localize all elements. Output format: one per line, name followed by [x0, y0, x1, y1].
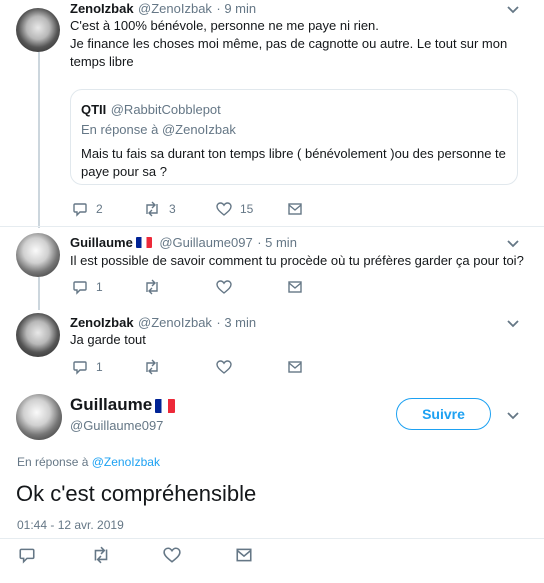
message-button[interactable] — [287, 359, 303, 375]
tweet-header: Guillaume @Guillaume097 · 5 min — [70, 234, 297, 252]
avatar[interactable] — [16, 394, 62, 440]
tweet-time[interactable]: · 3 min — [216, 315, 256, 330]
reply-button[interactable]: 2 — [72, 201, 103, 217]
reply-button[interactable] — [18, 546, 36, 564]
user-handle[interactable]: @ZenoIzbak — [138, 1, 212, 16]
message-button[interactable] — [287, 279, 303, 295]
user-name[interactable]: Guillaume — [70, 235, 133, 250]
quote-reply-context: En réponse à @ZenoIzbak — [81, 122, 236, 137]
reply-icon — [73, 361, 87, 375]
chevron-down-icon[interactable] — [506, 236, 520, 250]
retweet-button[interactable]: 3 — [143, 201, 176, 217]
user-handle[interactable]: @ZenoIzbak — [138, 315, 212, 330]
retweet-count: 3 — [169, 202, 176, 216]
message-icon — [288, 361, 302, 373]
focused-tweet-text: Ok c'est compréhensible — [16, 481, 257, 506]
tweet-text-line: C'est à 100% bénévole, personne ne me pa… — [70, 18, 379, 33]
quoted-tweet[interactable]: QTII @RabbitCobblepot En réponse à @Zeno… — [70, 89, 518, 185]
tweet-header: ZenoIzbak @ZenoIzbak · 9 min — [70, 0, 256, 18]
reply-prefix: En réponse à — [81, 122, 159, 137]
france-flag-icon — [155, 398, 176, 413]
message-icon — [288, 281, 302, 293]
chevron-down-icon[interactable] — [506, 408, 520, 422]
like-icon — [163, 547, 181, 563]
tweet-text-line: temps libre — [70, 54, 134, 69]
like-icon — [216, 280, 232, 294]
tweet-text: Ja garde tout — [70, 332, 146, 347]
reply-count: 2 — [96, 202, 103, 216]
avatar[interactable] — [16, 8, 60, 52]
retweet-icon — [146, 279, 158, 295]
like-button[interactable] — [216, 359, 232, 375]
user-name[interactable]: ZenoIzbak — [70, 315, 134, 330]
retweet-icon — [146, 359, 158, 375]
chevron-down-icon[interactable] — [506, 316, 520, 330]
reply-context: En réponse à @ZenoIzbak — [17, 455, 160, 469]
quote-header: QTII @RabbitCobblepot — [81, 101, 221, 119]
quote-text-line: paye pour sa ? — [81, 164, 168, 179]
reply-count: 1 — [96, 280, 103, 294]
like-button[interactable]: 15 — [216, 201, 253, 217]
tweet-text: Il est possible de savoir comment tu pro… — [70, 253, 524, 268]
retweet-button[interactable] — [91, 546, 111, 564]
avatar[interactable] — [16, 233, 60, 277]
like-button[interactable] — [216, 279, 232, 295]
tweet-header: ZenoIzbak @ZenoIzbak · 3 min — [70, 314, 256, 332]
quote-user-name: QTII — [81, 102, 107, 117]
quote-text: Mais tu fais sa durant ton temps libre (… — [81, 145, 511, 181]
reply-prefix: En réponse à — [17, 455, 89, 469]
reply-count: 1 — [96, 360, 103, 374]
retweet-icon — [146, 201, 158, 217]
message-icon — [236, 548, 252, 562]
like-icon — [216, 202, 232, 216]
divider — [0, 538, 544, 539]
retweet-icon — [94, 546, 108, 564]
reply-icon — [73, 203, 87, 217]
reply-to-link[interactable]: @ZenoIzbak — [162, 122, 236, 137]
france-flag-icon — [135, 237, 152, 249]
tweet-time[interactable]: · 9 min — [216, 1, 256, 16]
follow-button[interactable]: Suivre — [396, 398, 491, 430]
like-count: 15 — [240, 202, 254, 216]
message-icon — [288, 203, 302, 215]
quote-text-line: Mais tu fais sa durant ton temps libre (… — [81, 146, 506, 161]
thread-line — [38, 52, 40, 228]
user-name[interactable]: Guillaume — [70, 395, 152, 414]
tweet-timestamp[interactable]: 01:44 - 12 avr. 2019 — [17, 518, 124, 532]
message-button[interactable] — [287, 201, 303, 217]
chevron-down-icon[interactable] — [506, 2, 520, 16]
tweet-text: C'est à 100% bénévole, personne ne me pa… — [70, 17, 507, 71]
avatar[interactable] — [16, 313, 60, 357]
quote-user-handle: @RabbitCobblepot — [110, 102, 221, 117]
like-icon — [216, 360, 232, 374]
reply-button[interactable]: 1 — [72, 279, 103, 295]
message-button[interactable] — [235, 546, 253, 564]
reply-button[interactable]: 1 — [72, 359, 103, 375]
reply-icon — [73, 281, 87, 295]
thread-line — [38, 277, 40, 310]
reply-to-link[interactable]: @ZenoIzbak — [92, 455, 160, 469]
retweet-button[interactable] — [143, 279, 161, 295]
focused-author: Guillaume — [70, 395, 178, 415]
retweet-button[interactable] — [143, 359, 161, 375]
like-button[interactable] — [163, 546, 181, 564]
tweet-text-line: Je finance les choses moi même, pas de c… — [70, 36, 508, 51]
tweet-time[interactable]: · 5 min — [257, 235, 297, 250]
user-handle[interactable]: @Guillaume097 — [70, 418, 163, 433]
reply-icon — [19, 548, 35, 564]
divider — [0, 226, 544, 227]
user-handle[interactable]: @Guillaume097 — [159, 235, 252, 250]
user-name[interactable]: ZenoIzbak — [70, 1, 134, 16]
